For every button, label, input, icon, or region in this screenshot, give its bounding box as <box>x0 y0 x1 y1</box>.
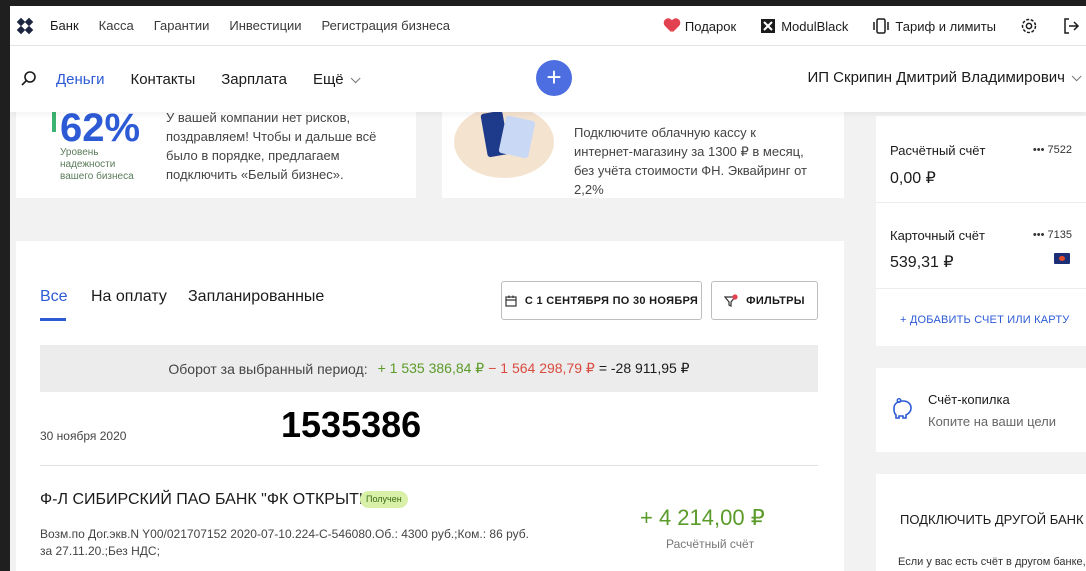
add-account-button[interactable]: + ДОБАВИТЬ СЧЕТ ИЛИ КАРТУ <box>900 314 1069 326</box>
chevron-down-icon <box>350 72 361 83</box>
transaction-counterparty[interactable]: Ф-Л СИБИРСКИЙ ПАО БАНК "ФК ОТКРЫТИЕ" <box>40 491 387 509</box>
cloud-kassa-text: Подключите облачную кассу к интернет-маг… <box>574 125 807 197</box>
user-menu[interactable]: ИП Скрипин Дмитрий Владимирович <box>807 69 1082 86</box>
account-balance: 539,31 ₽ <box>890 254 954 271</box>
app-window: Банк Касса Гарантии Инвестиции Регистрац… <box>10 6 1086 571</box>
turnover-summary: Оборот за выбранный период: + 1 535 386,… <box>40 345 818 392</box>
nav-more[interactable]: Ещё <box>312 70 361 88</box>
turnover-total: = -28 911,95 ₽ <box>598 360 690 376</box>
modulblack-icon <box>760 18 776 34</box>
transaction-description: Возм.по Дог.экв.N Y00/021707152 2020-07-… <box>40 527 529 558</box>
nav-money[interactable]: Деньги <box>56 71 104 88</box>
settings-gear-icon[interactable] <box>1020 17 1038 35</box>
heart-icon <box>664 19 680 33</box>
turnover-income: + 1 535 386,84 ₽ <box>377 360 485 376</box>
gift-label: Подарок <box>684 18 737 34</box>
reliability-percent: 62% <box>60 106 141 150</box>
transaction-date: 30 ноября 2020 <box>40 429 127 443</box>
account-label[interactable]: Расчётный счёт <box>890 143 986 158</box>
tariff-icon <box>872 17 890 35</box>
create-plus-button[interactable]: + <box>536 60 572 96</box>
other-bank-card: ПОДКЛЮЧИТЬ ДРУГОЙ БАНК Если у вас есть с… <box>876 474 1086 571</box>
modulblack-link[interactable]: ModulBlack <box>760 18 848 34</box>
other-bank-desc: Если у вас есть счёт в другом банке, <box>898 556 1086 568</box>
overlay-number: 1535386 <box>281 404 422 445</box>
filter-icon <box>724 293 738 308</box>
transaction-account: Расчётный счёт <box>666 537 755 551</box>
top-bar: Банк Касса Гарантии Инвестиции Регистрац… <box>10 6 1086 46</box>
topnav-guarantees[interactable]: Гарантии <box>154 18 210 33</box>
tariff-label: Тариф и лимиты <box>895 18 996 34</box>
account-number: ••• 7522 <box>1032 144 1072 156</box>
filters-label: ФИЛЬТРЫ <box>746 294 805 307</box>
logout-icon[interactable] <box>1062 17 1080 35</box>
reliability-label: Уровень надежности вашего бизнеса <box>60 147 134 182</box>
status-badge: Получен <box>360 491 408 508</box>
main-nav: Деньги Контакты Зарплата Ещё + ИП Скрипи… <box>10 46 1086 112</box>
tab-to-pay[interactable]: На оплату <box>91 288 167 306</box>
accounts-panel: Расчётный счёт ••• 7522 0,00 ₽ Карточный… <box>876 116 1086 346</box>
topnav-bank[interactable]: Банк <box>50 18 79 33</box>
topnav-business-registration[interactable]: Регистрация бизнеса <box>322 18 450 33</box>
user-name: ИП Скрипин Дмитрий Владимирович <box>807 69 1065 86</box>
date-range-label: С 1 СЕНТЯБРЯ ПО 30 НОЯБРЯ <box>524 294 699 307</box>
date-range-button[interactable]: С 1 СЕНТЯБРЯ ПО 30 НОЯБРЯ <box>501 281 702 320</box>
chevron-down-icon <box>1071 71 1082 82</box>
mastercard-icon <box>1054 253 1070 264</box>
tab-all[interactable]: Все <box>40 288 68 306</box>
active-tab-indicator <box>40 318 66 321</box>
gift-link[interactable]: Подарок <box>664 19 736 34</box>
divider <box>876 288 1086 289</box>
bank-logo-icon[interactable] <box>16 17 34 34</box>
piggy-bank-card[interactable]: Счёт-копилка Копите на ваши цели <box>876 368 1086 452</box>
search-icon[interactable] <box>20 70 38 88</box>
turnover-expense: − 1 564 298,79 ₽ <box>488 360 595 376</box>
piggy-title: Счёт-копилка <box>928 392 1010 407</box>
transaction-amount: + 4 214,00 ₽ <box>640 505 765 530</box>
filters-button[interactable]: ФИЛЬТРЫ <box>711 281 818 320</box>
modulblack-label: ModulBlack <box>781 18 849 34</box>
calendar-icon <box>505 295 517 307</box>
connect-other-bank-button[interactable]: ПОДКЛЮЧИТЬ ДРУГОЙ БАНК <box>900 512 1084 527</box>
nav-contacts[interactable]: Контакты <box>130 71 195 88</box>
reliability-text: У вашей компании нет рисков, поздравляем… <box>166 110 377 182</box>
kassa-illustration <box>454 106 554 178</box>
transactions-panel: Все На оплату Запланированные С 1 СЕНТЯБ… <box>16 241 844 571</box>
nav-salary[interactable]: Зарплата <box>221 71 287 88</box>
piggy-bank-icon <box>890 398 914 420</box>
account-balance: 0,00 ₽ <box>890 170 936 187</box>
topnav-investments[interactable]: Инвестиции <box>229 18 301 33</box>
tab-scheduled[interactable]: Запланированные <box>188 288 324 306</box>
topnav-kassa[interactable]: Касса <box>99 18 134 33</box>
piggy-subtitle: Копите на ваши цели <box>928 414 1057 429</box>
turnover-label: Оборот за выбранный период: <box>168 360 368 377</box>
divider <box>876 202 1086 203</box>
account-number: ••• 7135 <box>1032 229 1072 241</box>
divider <box>40 465 818 466</box>
tariff-link[interactable]: Тариф и лимиты <box>872 17 996 35</box>
account-label[interactable]: Карточный счёт <box>890 228 985 243</box>
nav-more-label: Ещё <box>312 70 344 88</box>
